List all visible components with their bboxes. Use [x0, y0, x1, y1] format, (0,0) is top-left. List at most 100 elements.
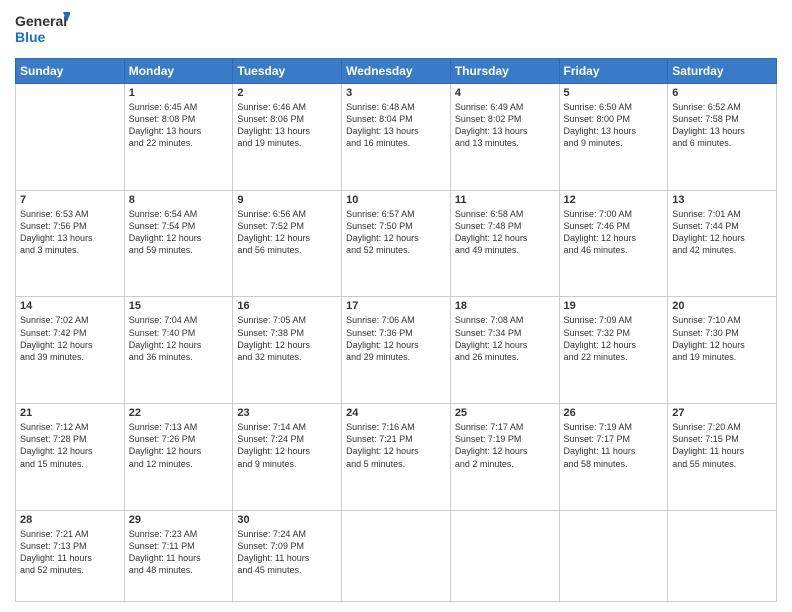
page: General Blue SundayMondayTuesdayWednesda… [0, 0, 792, 612]
day-info: Sunrise: 6:48 AM Sunset: 8:04 PM Dayligh… [346, 101, 446, 150]
day-number: 27 [672, 407, 772, 419]
weekday-header-monday: Monday [124, 59, 233, 84]
day-info: Sunrise: 7:06 AM Sunset: 7:36 PM Dayligh… [346, 314, 446, 363]
day-info: Sunrise: 7:21 AM Sunset: 7:13 PM Dayligh… [20, 528, 120, 577]
day-cell: 21 Sunrise: 7:12 AM Sunset: 7:28 PM Dayli… [16, 404, 125, 511]
day-number: 4 [455, 87, 555, 99]
day-cell: 30Sunrise: 7:24 AM Sunset: 7:09 PM Dayli… [233, 510, 342, 601]
day-cell: 14 Sunrise: 7:02 AM Sunset: 7:42 PM Dayli… [16, 297, 125, 404]
day-info: Sunrise: 6:54 AM Sunset: 7:54 PM Dayligh… [129, 208, 229, 257]
day-cell: 6 Sunrise: 6:52 AM Sunset: 7:58 PM Daylig… [668, 84, 777, 191]
day-cell: 2 Sunrise: 6:46 AM Sunset: 8:06 PM Daylig… [233, 84, 342, 191]
day-number: 18 [455, 300, 555, 312]
day-number: 1 [129, 87, 229, 99]
day-cell: 16 Sunrise: 7:05 AM Sunset: 7:38 PM Dayli… [233, 297, 342, 404]
day-info: Sunrise: 7:23 AM Sunset: 7:11 PM Dayligh… [129, 528, 229, 577]
day-number: 3 [346, 87, 446, 99]
day-number: 10 [346, 194, 446, 206]
svg-text:Blue: Blue [15, 29, 46, 45]
day-cell [668, 510, 777, 601]
day-cell: 7Sunrise: 6:53 AM Sunset: 7:56 PM Daylig… [16, 190, 125, 297]
day-cell: 20 Sunrise: 7:10 AM Sunset: 7:30 PM Dayli… [668, 297, 777, 404]
day-info: Sunrise: 6:58 AM Sunset: 7:48 PM Dayligh… [455, 208, 555, 257]
day-cell: 27 Sunrise: 7:20 AM Sunset: 7:15 PM Dayli… [668, 404, 777, 511]
day-cell: 18 Sunrise: 7:08 AM Sunset: 7:34 PM Dayli… [450, 297, 559, 404]
day-info: Sunrise: 6:57 AM Sunset: 7:50 PM Dayligh… [346, 208, 446, 257]
day-cell: 13 Sunrise: 7:01 AM Sunset: 7:44 PM Dayli… [668, 190, 777, 297]
day-info: Sunrise: 6:50 AM Sunset: 8:00 PM Dayligh… [564, 101, 664, 150]
day-number: 26 [564, 407, 664, 419]
weekday-header-saturday: Saturday [668, 59, 777, 84]
day-number: 22 [129, 407, 229, 419]
day-number: 13 [672, 194, 772, 206]
weekday-header-tuesday: Tuesday [233, 59, 342, 84]
day-cell: 3 Sunrise: 6:48 AM Sunset: 8:04 PM Daylig… [342, 84, 451, 191]
day-number: 21 [20, 407, 120, 419]
day-number: 29 [129, 514, 229, 526]
week-row-5: 28 Sunrise: 7:21 AM Sunset: 7:13 PM Dayli… [16, 510, 777, 601]
day-cell: 12 Sunrise: 7:00 AM Sunset: 7:46 PM Dayli… [559, 190, 668, 297]
day-cell: 29 Sunrise: 7:23 AM Sunset: 7:11 PM Dayli… [124, 510, 233, 601]
day-number: 28 [20, 514, 120, 526]
day-number: 19 [564, 300, 664, 312]
day-cell: 10 Sunrise: 6:57 AM Sunset: 7:50 PM Dayli… [342, 190, 451, 297]
day-info: Sunrise: 6:49 AM Sunset: 8:02 PM Dayligh… [455, 101, 555, 150]
calendar: SundayMondayTuesdayWednesdayThursdayFrid… [15, 58, 777, 602]
day-info: Sunrise: 7:24 AM Sunset: 7:09 PM Dayligh… [237, 528, 337, 577]
day-info: Sunrise: 7:19 AM Sunset: 7:17 PM Dayligh… [564, 421, 664, 470]
day-info: Sunrise: 7:01 AM Sunset: 7:44 PM Dayligh… [672, 208, 772, 257]
day-info: Sunrise: 7:00 AM Sunset: 7:46 PM Dayligh… [564, 208, 664, 257]
week-row-2: 7Sunrise: 6:53 AM Sunset: 7:56 PM Daylig… [16, 190, 777, 297]
header: General Blue [15, 10, 777, 50]
day-number: 5 [564, 87, 664, 99]
day-cell [16, 84, 125, 191]
day-info: Sunrise: 6:53 AM Sunset: 7:56 PM Dayligh… [20, 208, 120, 257]
day-cell: 23Sunrise: 7:14 AM Sunset: 7:24 PM Dayli… [233, 404, 342, 511]
day-info: Sunrise: 7:10 AM Sunset: 7:30 PM Dayligh… [672, 314, 772, 363]
day-cell: 4 Sunrise: 6:49 AM Sunset: 8:02 PM Daylig… [450, 84, 559, 191]
day-info: Sunrise: 7:08 AM Sunset: 7:34 PM Dayligh… [455, 314, 555, 363]
day-info: Sunrise: 6:56 AM Sunset: 7:52 PM Dayligh… [237, 208, 337, 257]
day-cell: 1 Sunrise: 6:45 AM Sunset: 8:08 PM Daylig… [124, 84, 233, 191]
day-number: 12 [564, 194, 664, 206]
day-number: 16 [237, 300, 337, 312]
weekday-header-thursday: Thursday [450, 59, 559, 84]
day-info: Sunrise: 7:13 AM Sunset: 7:26 PM Dayligh… [129, 421, 229, 470]
day-cell: 19 Sunrise: 7:09 AM Sunset: 7:32 PM Dayli… [559, 297, 668, 404]
day-info: Sunrise: 7:16 AM Sunset: 7:21 PM Dayligh… [346, 421, 446, 470]
day-info: Sunrise: 7:17 AM Sunset: 7:19 PM Dayligh… [455, 421, 555, 470]
day-info: Sunrise: 7:14 AM Sunset: 7:24 PM Dayligh… [237, 421, 337, 470]
day-number: 20 [672, 300, 772, 312]
day-cell: 9 Sunrise: 6:56 AM Sunset: 7:52 PM Daylig… [233, 190, 342, 297]
day-info: Sunrise: 7:04 AM Sunset: 7:40 PM Dayligh… [129, 314, 229, 363]
weekday-header-friday: Friday [559, 59, 668, 84]
day-info: Sunrise: 7:09 AM Sunset: 7:32 PM Dayligh… [564, 314, 664, 363]
day-info: Sunrise: 7:12 AM Sunset: 7:28 PM Dayligh… [20, 421, 120, 470]
day-cell: 24 Sunrise: 7:16 AM Sunset: 7:21 PM Dayli… [342, 404, 451, 511]
day-number: 9 [237, 194, 337, 206]
day-info: Sunrise: 7:20 AM Sunset: 7:15 PM Dayligh… [672, 421, 772, 470]
day-number: 6 [672, 87, 772, 99]
logo-svg: General Blue [15, 10, 70, 50]
day-info: Sunrise: 6:46 AM Sunset: 8:06 PM Dayligh… [237, 101, 337, 150]
day-info: Sunrise: 7:05 AM Sunset: 7:38 PM Dayligh… [237, 314, 337, 363]
day-number: 14 [20, 300, 120, 312]
week-row-3: 14 Sunrise: 7:02 AM Sunset: 7:42 PM Dayli… [16, 297, 777, 404]
week-row-1: 1 Sunrise: 6:45 AM Sunset: 8:08 PM Daylig… [16, 84, 777, 191]
day-number: 17 [346, 300, 446, 312]
day-cell: 25 Sunrise: 7:17 AM Sunset: 7:19 PM Dayli… [450, 404, 559, 511]
day-info: Sunrise: 6:45 AM Sunset: 8:08 PM Dayligh… [129, 101, 229, 150]
logo: General Blue [15, 10, 70, 50]
weekday-header-row: SundayMondayTuesdayWednesdayThursdayFrid… [16, 59, 777, 84]
day-cell: 26 Sunrise: 7:19 AM Sunset: 7:17 PM Dayli… [559, 404, 668, 511]
day-cell: 5 Sunrise: 6:50 AM Sunset: 8:00 PM Daylig… [559, 84, 668, 191]
day-info: Sunrise: 7:02 AM Sunset: 7:42 PM Dayligh… [20, 314, 120, 363]
day-info: Sunrise: 6:52 AM Sunset: 7:58 PM Dayligh… [672, 101, 772, 150]
week-row-4: 21 Sunrise: 7:12 AM Sunset: 7:28 PM Dayli… [16, 404, 777, 511]
day-cell [559, 510, 668, 601]
day-cell: 28 Sunrise: 7:21 AM Sunset: 7:13 PM Dayli… [16, 510, 125, 601]
day-number: 24 [346, 407, 446, 419]
weekday-header-sunday: Sunday [16, 59, 125, 84]
day-number: 25 [455, 407, 555, 419]
day-number: 2 [237, 87, 337, 99]
